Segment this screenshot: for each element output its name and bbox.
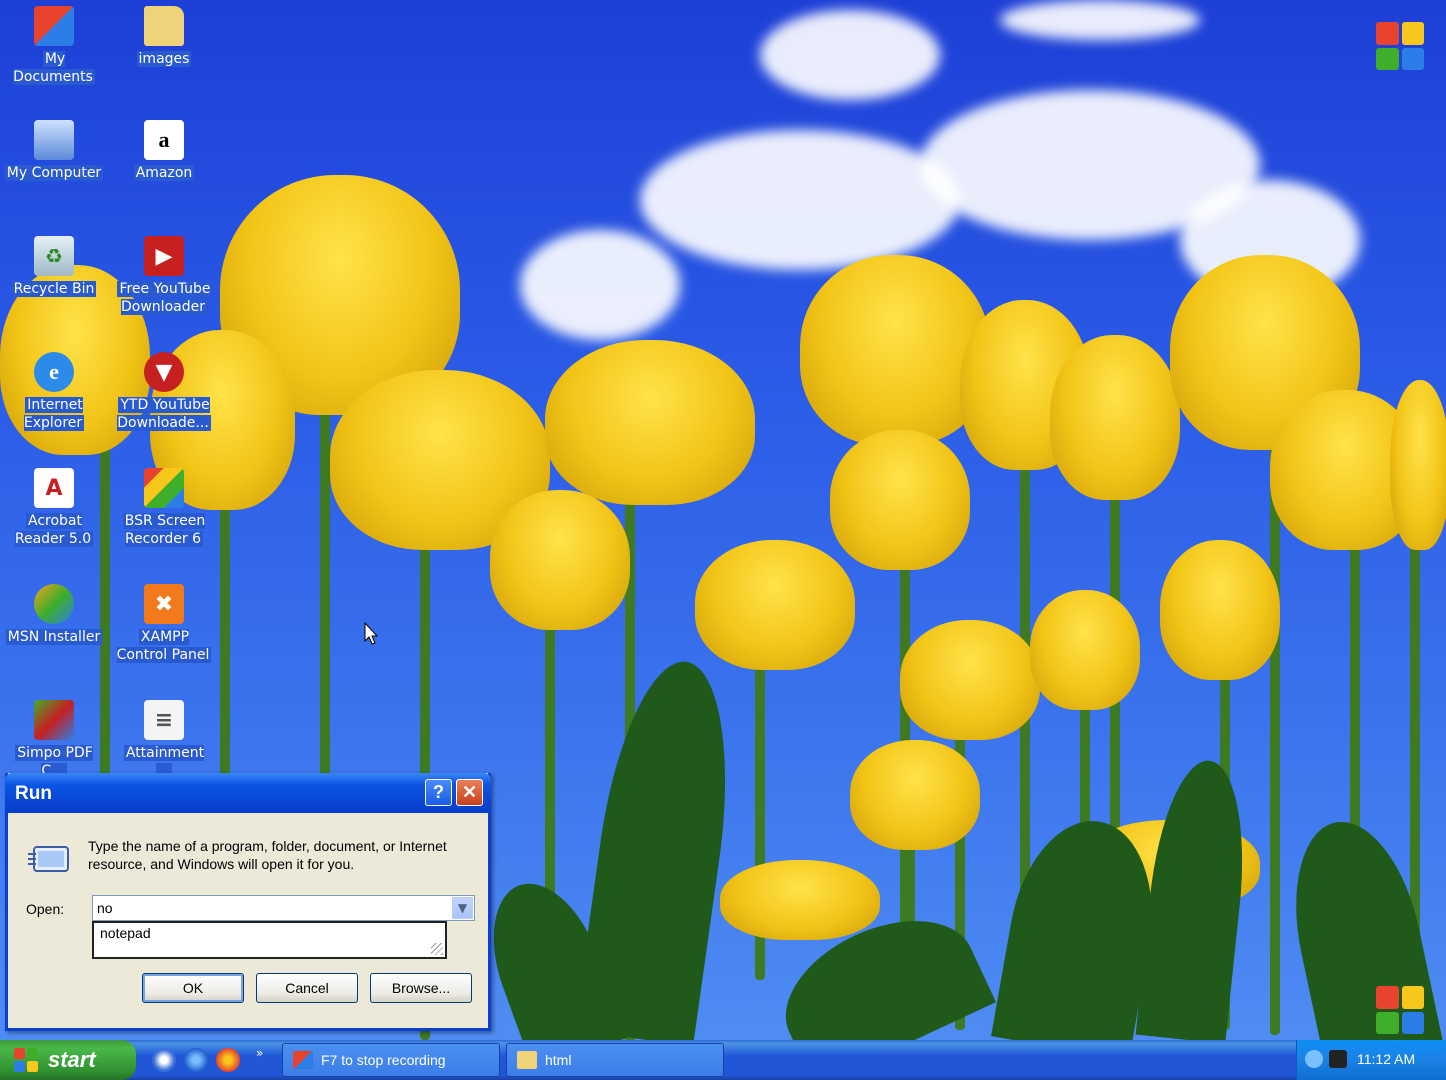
- desktop-icon-label: MSN Installer: [5, 629, 103, 645]
- desktop-icon-label: XAMPP Control Panel: [116, 629, 212, 663]
- desktop-icon-amazon[interactable]: a Amazon: [114, 120, 214, 182]
- run-dialog-titlebar[interactable]: Run ? ✕: [5, 773, 491, 813]
- desktop-icon-label: images: [136, 51, 192, 67]
- desktop-icon-label: YTD YouTube Downloade...: [117, 397, 211, 431]
- start-label: start: [48, 1047, 96, 1072]
- taskbar-item-html[interactable]: html: [506, 1043, 724, 1077]
- taskbar-item-label: html: [545, 1052, 572, 1068]
- folder-icon: [144, 6, 184, 46]
- desktop-icon-xampp[interactable]: ✖ XAMPP Control Panel: [114, 584, 214, 664]
- msn-icon: [34, 584, 74, 624]
- recorder-icon: [293, 1051, 313, 1069]
- autocomplete-item[interactable]: notepad: [100, 925, 439, 941]
- ytd-icon: ▼: [144, 352, 184, 392]
- open-label: Open:: [26, 901, 65, 917]
- run-dialog[interactable]: Run ? ✕ Type the name of a program, fold…: [5, 773, 491, 1031]
- my-computer-icon: [34, 120, 74, 160]
- speaker-icon[interactable]: [1329, 1050, 1347, 1068]
- internet-explorer-icon: e: [34, 352, 74, 392]
- quick-launch-overflow-icon[interactable]: »: [256, 1046, 263, 1060]
- bsr-recorder-icon: [144, 468, 184, 508]
- ok-button[interactable]: OK: [142, 973, 244, 1003]
- youtube-downloader-icon: ▶: [144, 236, 184, 276]
- desktop-icon-free-youtube-downloader[interactable]: ▶ Free YouTube Downloader: [114, 236, 214, 316]
- system-tray: 11:12 AM: [1296, 1040, 1446, 1080]
- desktop-icon-my-documents[interactable]: My Documents: [4, 6, 104, 86]
- start-button[interactable]: start: [0, 1040, 136, 1080]
- close-button[interactable]: ✕: [456, 779, 483, 806]
- desktop-icon-acrobat-reader[interactable]: A Acrobat Reader 5.0: [4, 468, 104, 548]
- autocomplete-list[interactable]: notepad: [92, 921, 447, 959]
- taskbar-item-recorder[interactable]: F7 to stop recording: [282, 1043, 500, 1077]
- desktop-icon-label: Amazon: [133, 165, 195, 181]
- clock[interactable]: 11:12 AM: [1357, 1051, 1415, 1067]
- desktop-icon-label: Acrobat Reader 5.0: [14, 513, 94, 547]
- desktop-icon-label: Internet Explorer: [23, 397, 85, 431]
- windows-logo-icon: [1376, 22, 1424, 70]
- desktop-icon-label: My Documents: [13, 51, 95, 85]
- help-button[interactable]: ?: [425, 779, 452, 806]
- quick-launch-ie-icon[interactable]: [184, 1048, 208, 1072]
- resize-grip-icon[interactable]: [431, 943, 443, 955]
- attainment-icon: ≡: [144, 700, 184, 740]
- folder-icon: [517, 1051, 537, 1069]
- desktop-icon-attainment[interactable]: ≡ Attainment ...: [114, 700, 214, 780]
- desktop-icon-bsr-screen-recorder[interactable]: BSR Screen Recorder 6: [114, 468, 214, 548]
- my-documents-icon: [34, 6, 74, 46]
- network-icon[interactable]: [1305, 1050, 1323, 1068]
- desktop-icon-images[interactable]: images: [114, 6, 214, 68]
- windows-logo-icon: [1376, 986, 1424, 1034]
- desktop-icon-label: Free YouTube Downloader: [117, 281, 211, 315]
- desktop-icon-label: My Computer: [4, 165, 104, 181]
- acrobat-icon: A: [34, 468, 74, 508]
- desktop-icon-label: Recycle Bin: [11, 281, 97, 297]
- mouse-cursor-icon: [364, 622, 378, 645]
- browse-button[interactable]: Browse...: [370, 973, 472, 1003]
- taskbar: start » F7 to stop recording html 11:12 …: [0, 1040, 1446, 1080]
- open-combobox-input[interactable]: [92, 895, 475, 921]
- run-program-icon: [28, 846, 69, 872]
- run-dialog-title: Run: [15, 783, 52, 804]
- run-description: Type the name of a program, folder, docu…: [88, 838, 447, 872]
- cancel-button[interactable]: Cancel: [256, 973, 358, 1003]
- desktop-icon-label: BSR Screen Recorder 6: [122, 513, 206, 547]
- desktop-icon-recycle-bin[interactable]: ♻ Recycle Bin: [4, 236, 104, 298]
- quick-launch-media-icon[interactable]: [216, 1048, 240, 1072]
- simpo-pdf-icon: [34, 700, 74, 740]
- desktop-icon-msn-installer[interactable]: MSN Installer: [4, 584, 104, 646]
- quick-launch-browser-icon[interactable]: [152, 1048, 176, 1072]
- desktop-icon-simpo-pdf[interactable]: Simpo PDF C...: [4, 700, 104, 780]
- xampp-icon: ✖: [144, 584, 184, 624]
- amazon-icon: a: [144, 120, 184, 160]
- desktop-icon-internet-explorer[interactable]: e Internet Explorer: [4, 352, 104, 432]
- desktop-icon-my-computer[interactable]: My Computer: [4, 120, 104, 182]
- taskbar-item-label: F7 to stop recording: [321, 1052, 446, 1068]
- chevron-down-icon[interactable]: ▼: [452, 897, 473, 919]
- recycle-bin-icon: ♻: [34, 236, 74, 276]
- windows-flag-icon: [14, 1048, 38, 1072]
- desktop-icon-ytd-youtube-downloader[interactable]: ▼ YTD YouTube Downloade...: [114, 352, 214, 432]
